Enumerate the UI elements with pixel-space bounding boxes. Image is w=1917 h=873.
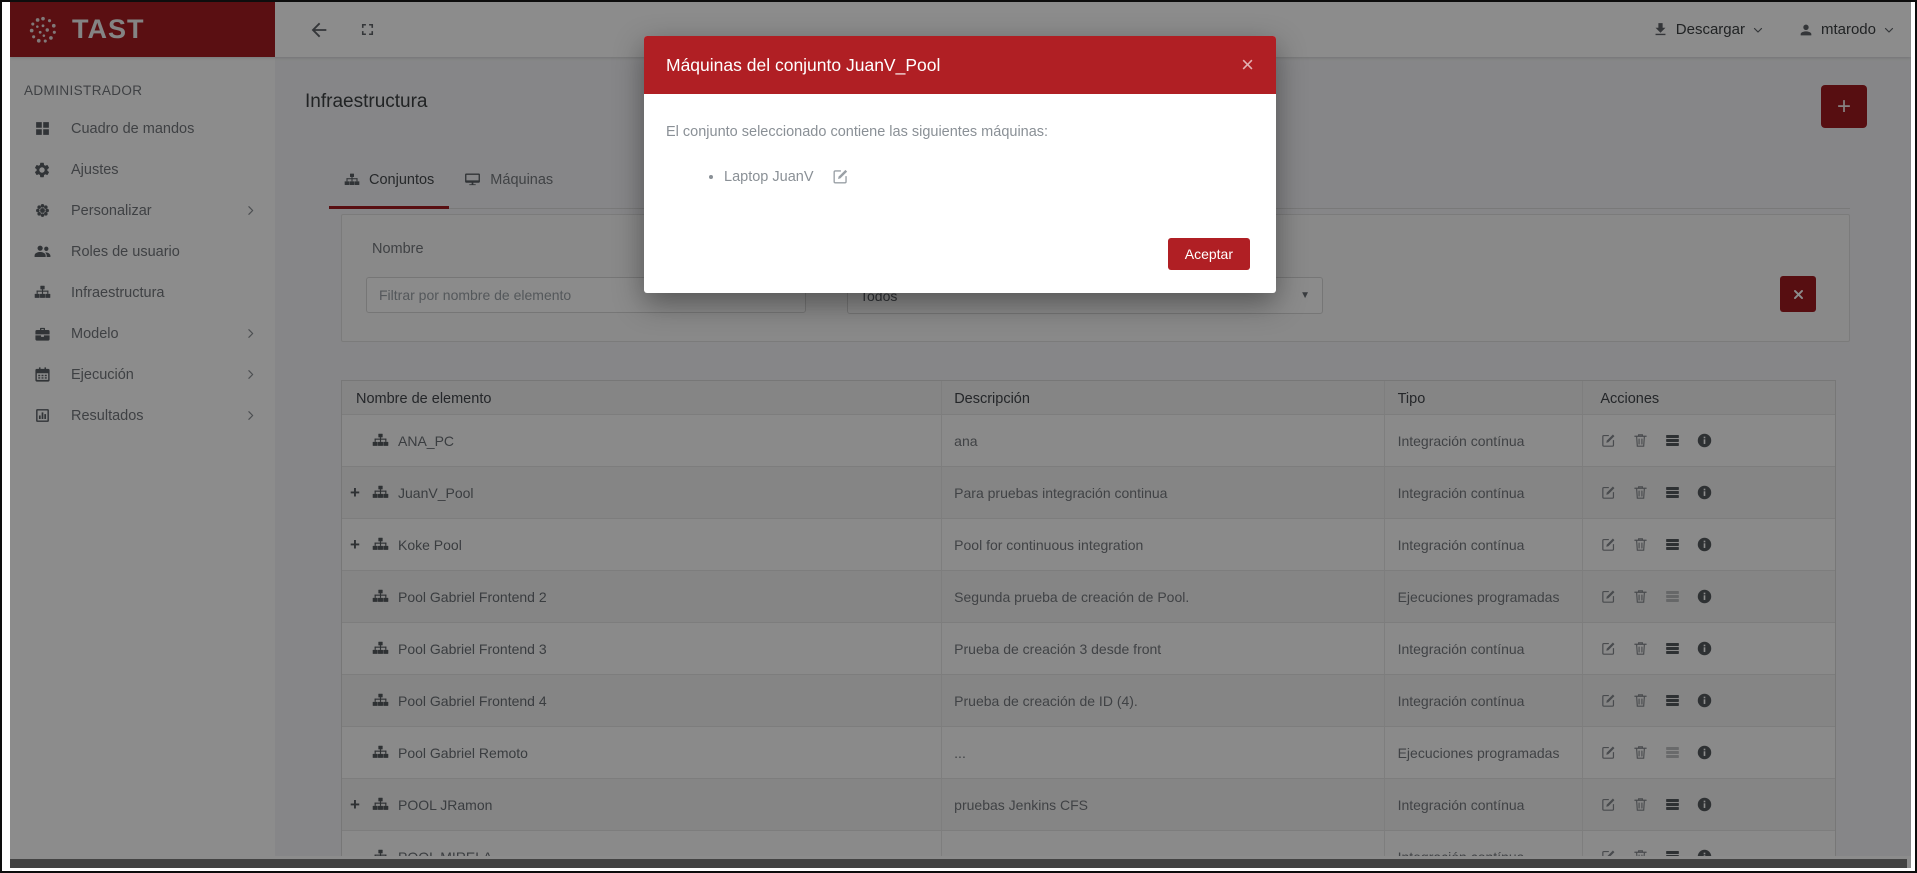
machine-list-item: Laptop JuanV (724, 167, 1254, 186)
machine-name: Laptop JuanV (724, 168, 814, 185)
close-icon[interactable]: × (1241, 54, 1254, 76)
modal-body: El conjunto seleccionado contiene las si… (644, 94, 1276, 186)
machine-list: Laptop JuanV (724, 167, 1254, 186)
window-frame: TAST Descargar mtarodo ADMINISTRADOR Cua… (0, 0, 1917, 873)
machines-modal: Máquinas del conjunto JuanV_Pool × El co… (644, 36, 1276, 293)
modal-header: Máquinas del conjunto JuanV_Pool × (644, 36, 1276, 94)
edit-icon[interactable] (831, 167, 850, 186)
modal-title: Máquinas del conjunto JuanV_Pool (666, 54, 941, 75)
modal-body-text: El conjunto seleccionado contiene las si… (666, 124, 1049, 140)
accept-button[interactable]: Aceptar (1167, 238, 1250, 270)
